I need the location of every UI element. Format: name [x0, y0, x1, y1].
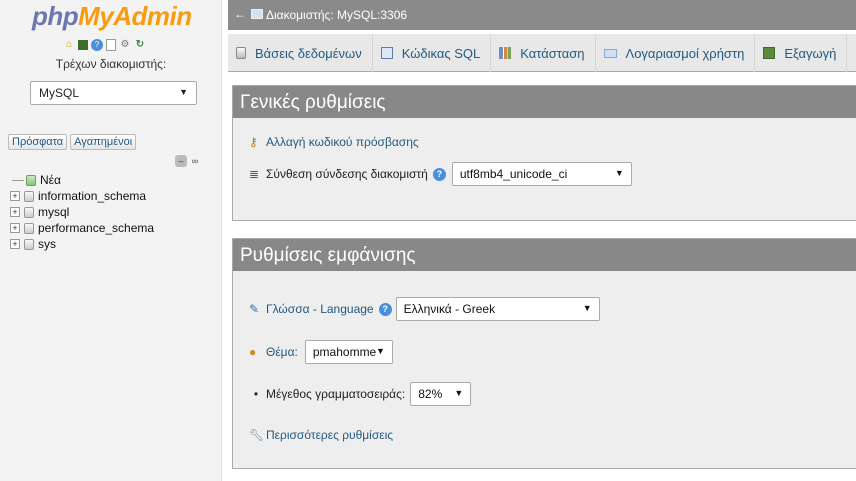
tab-label: Εξαγωγή	[784, 45, 837, 61]
theme-select-value: pmahomme	[312, 345, 377, 359]
expand-plus-icon[interactable]: +	[10, 239, 20, 249]
breadcrumb-bar: ← Διακομιστής: MySQL:3306	[228, 0, 856, 30]
help-icon[interactable]: ?	[91, 39, 103, 51]
font-size-label: Μέγεθος γραμματοσειράς:	[266, 387, 406, 401]
server-collation-row: ≣ Σύνθεση σύνδεσης διακομιστή ? utf8mb4_…	[249, 162, 632, 186]
phpmyadmin-logo[interactable]: phpMyAdmin	[32, 1, 192, 32]
tree-item-label[interactable]: mysql	[38, 205, 69, 219]
tree-item-label[interactable]: performance_schema	[38, 221, 154, 235]
chevron-down-icon: ▼	[614, 168, 624, 178]
tree-item-label[interactable]: Νέα	[40, 173, 61, 187]
chevron-down-icon: ▼	[375, 346, 385, 356]
language-label: Γλώσσα - Language	[266, 302, 374, 316]
language-select[interactable]: Ελληνικά - Greek ▼	[395, 297, 600, 321]
collation-label: Σύνθεση σύνδεσης διακομιστή	[266, 167, 428, 181]
tab-databases[interactable]: Βάσεις δεδομένων	[228, 34, 373, 72]
tree-item-label[interactable]: sys	[38, 237, 56, 251]
chevron-down-icon: ▼	[179, 87, 188, 97]
current-server-label: Τρέχων διακομιστής:	[55, 57, 167, 71]
database-icon	[24, 222, 34, 234]
tree-item-performance-schema[interactable]: + performance_schema	[10, 220, 154, 236]
database-icon	[24, 190, 34, 202]
database-icon	[24, 206, 34, 218]
tree-item-information-schema[interactable]: + information_schema	[10, 188, 154, 204]
home-icon[interactable]: ⌂	[63, 39, 75, 51]
reload-icon[interactable]: ↻	[134, 39, 146, 51]
main-tabs: Βάσεις δεδομένων Κώδικας SQL Κατάσταση Λ…	[228, 34, 856, 72]
help-icon[interactable]: ?	[432, 167, 446, 181]
docs-icon[interactable]	[106, 39, 116, 51]
tree-item-new[interactable]: Νέα	[10, 172, 154, 188]
tab-label: Κατάσταση	[520, 45, 585, 61]
server-select-value: MySQL	[39, 86, 80, 100]
help-icon[interactable]: ?	[378, 302, 392, 316]
theme-select[interactable]: pmahomme ▼	[304, 340, 393, 364]
tab-label: Βάσεις δεδομένων	[255, 45, 362, 61]
language-icon: ✎	[249, 302, 260, 316]
list-icon: ≣	[249, 167, 260, 181]
tree-item-label[interactable]: information_schema	[38, 189, 146, 203]
collapse-all-icon[interactable]: –	[175, 155, 187, 167]
change-password-label[interactable]: Αλλαγή κωδικού πρόσβασης	[266, 135, 419, 149]
key-icon: ⚷	[249, 135, 258, 149]
tree-controls: – ∞	[175, 155, 201, 167]
collation-select[interactable]: utf8mb4_unicode_ci ▼	[451, 162, 632, 186]
database-icon	[236, 47, 246, 59]
tab-label: Λογαριασμοί χρήστη	[625, 45, 745, 61]
panel-title: Γενικές ρυθμίσεις	[233, 86, 856, 118]
tab-label: Κώδικας SQL	[401, 45, 481, 61]
navigation-sidebar: phpMyAdmin ⌂ ? ⚙ ↻ Τρέχων διακομιστής: M…	[0, 0, 222, 481]
change-password-link[interactable]: ⚷ Αλλαγή κωδικού πρόσβασης	[249, 135, 419, 149]
wrench-icon: 🔧︎	[249, 428, 265, 442]
database-tree: Νέα + information_schema + mysql + perfo…	[10, 172, 154, 252]
recent-favorites-tabs: Πρόσφατα Αγαπημένοι	[8, 134, 137, 150]
collapse-sidebar-arrow-icon[interactable]: ←	[234, 7, 246, 21]
link-unlink-icon[interactable]: ∞	[189, 155, 201, 167]
new-database-icon	[26, 174, 36, 186]
tab-sql[interactable]: Κώδικας SQL	[373, 34, 492, 72]
breadcrumb-server[interactable]: Διακομιστής: MySQL:3306	[266, 8, 407, 22]
more-settings-link[interactable]: 🔧︎ Περισσότερες ρυθμίσεις	[249, 428, 393, 442]
font-size-select[interactable]: 82% ▼	[410, 382, 472, 406]
appearance-settings-panel: Ρυθμίσεις εμφάνισης ✎ Γλώσσα - Language …	[232, 238, 856, 469]
chevron-down-icon: ▼	[454, 388, 464, 398]
panel-title: Ρυθμίσεις εμφάνισης	[233, 239, 856, 271]
export-icon	[763, 47, 776, 59]
server-icon	[251, 9, 263, 19]
expand-plus-icon[interactable]: +	[10, 191, 20, 201]
settings-gear-icon[interactable]: ⚙	[119, 39, 131, 51]
chevron-down-icon: ▼	[582, 303, 592, 313]
quick-links: ⌂ ? ⚙ ↻	[63, 39, 146, 51]
logout-icon[interactable]	[78, 40, 88, 50]
theme-row: ● Θέμα: pmahomme ▼	[249, 340, 393, 364]
sql-icon	[380, 47, 393, 59]
recent-tables-button[interactable]: Πρόσφατα	[8, 134, 68, 150]
database-icon	[24, 238, 34, 250]
tree-item-sys[interactable]: + sys	[10, 236, 154, 252]
status-icon	[499, 47, 512, 59]
theme-label: Θέμα:	[266, 345, 298, 359]
users-icon	[603, 48, 617, 58]
language-select-value: Ελληνικά - Greek	[403, 302, 496, 316]
favorite-tables-button[interactable]: Αγαπημένοι	[70, 134, 137, 150]
language-row: ✎ Γλώσσα - Language ? Ελληνικά - Greek ▼	[249, 297, 600, 321]
font-size-row: • Μέγεθος γραμματοσειράς: 82% ▼	[249, 382, 472, 406]
expand-plus-icon[interactable]: +	[10, 207, 20, 217]
server-select[interactable]: MySQL ▼	[30, 81, 197, 105]
bullet-icon: •	[253, 387, 259, 401]
tab-export[interactable]: Εξαγωγή	[755, 34, 848, 72]
tree-item-mysql[interactable]: + mysql	[10, 204, 154, 220]
expand-plus-icon[interactable]: +	[10, 223, 20, 233]
tab-status[interactable]: Κατάσταση	[491, 34, 596, 72]
font-size-select-value: 82%	[418, 387, 443, 401]
theme-palette-icon: ●	[249, 345, 257, 359]
tab-user-accounts[interactable]: Λογαριασμοί χρήστη	[596, 34, 756, 72]
general-settings-panel: Γενικές ρυθμίσεις ⚷ Αλλαγή κωδικού πρόσβ…	[232, 85, 856, 221]
more-settings-label[interactable]: Περισσότερες ρυθμίσεις	[266, 428, 393, 442]
collation-select-value: utf8mb4_unicode_ci	[459, 167, 568, 181]
